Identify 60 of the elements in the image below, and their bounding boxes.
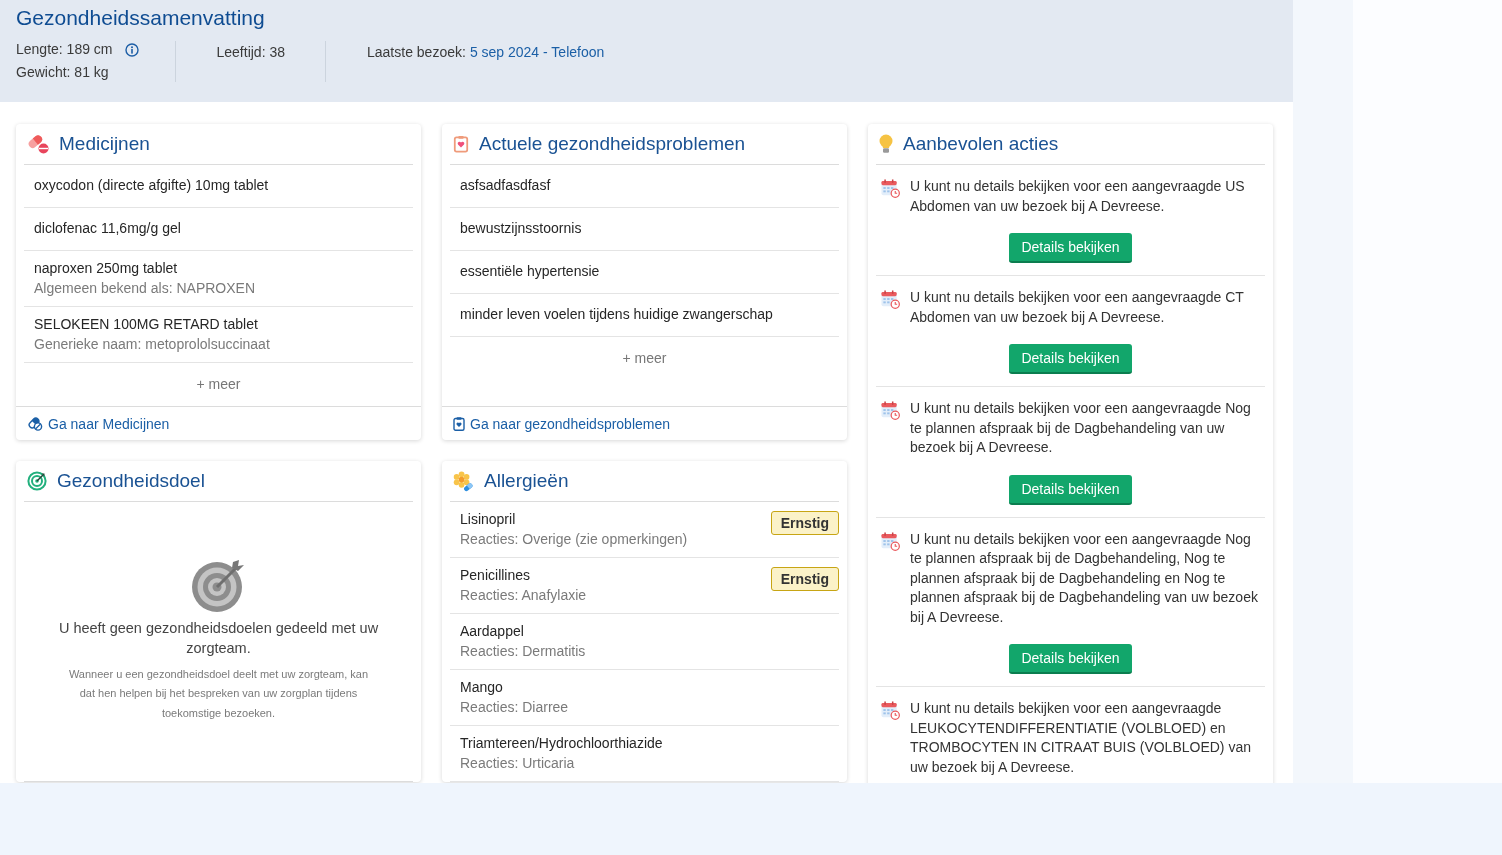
calendar-clock-icon (881, 531, 900, 551)
calendar-clock-icon (881, 701, 900, 720)
last-visit-label: Laatste bezoek: (367, 43, 466, 62)
calendar-clock-icon (881, 401, 900, 420)
more-link[interactable]: + meer (622, 348, 667, 368)
details-button[interactable]: Details bekijken (1009, 474, 1132, 505)
severity-badge: Ernstig (770, 511, 839, 535)
calendar-clock-icon (881, 179, 900, 198)
details-button[interactable]: Details bekijken (1009, 233, 1132, 263)
allergy-reactions: Reacties: Anafylaxie (460, 585, 587, 605)
allergy-name: Penicillines (460, 566, 531, 585)
medicine-name: diclofenac 11,6mg/g gel (34, 219, 181, 239)
weight-text: Gewicht: 81 kg (16, 63, 109, 82)
more-link[interactable]: + meer (196, 374, 241, 394)
card-title: Actuele gezondheidsproblemen (479, 132, 746, 156)
medicines-link[interactable]: Ga naar Medicijnen (27, 415, 170, 432)
action-text: U kunt nu details bekijken voor een aangevraagde CT Abdomen van uw bezoek bij A Devreese. (910, 288, 1245, 327)
allergy-reactions: Reacties: Diarree (460, 697, 569, 717)
age-text: Leeftijd: 38 (216, 43, 285, 62)
allergy-reactions: Reacties: Dermatitis (460, 641, 586, 661)
card-title: Aanbevolen acties (903, 132, 1059, 156)
flower-icon (453, 470, 474, 492)
medicine-name: naproxen 250mg tablet (34, 259, 178, 278)
medicine-note: Algemeen bekend als: NAPROXEN (34, 278, 255, 298)
medicine-name: SELOKEEN 100MG RETARD tablet (34, 315, 258, 334)
severity-badge: Ernstig (770, 567, 839, 591)
card-title: Allergieën (484, 469, 569, 493)
pills-icon (27, 416, 43, 431)
allergy-name: Aardappel (460, 622, 524, 641)
medicine-name: oxycodon (directe afgifte) 10mg tablet (34, 176, 269, 196)
page-title: Gezondheidssamenvatting (16, 5, 265, 31)
allergy-name: Lisinopril (460, 510, 516, 529)
calendar-clock-icon (881, 290, 900, 309)
medicine-note: Generieke naam: metoprololsuccinaat (34, 334, 270, 354)
allergy-reactions: Reacties: Overige (zie opmerkingen) (460, 529, 688, 549)
details-button[interactable]: Details bekijken (1009, 644, 1132, 674)
length-text: Lengte: 189 cm (16, 40, 113, 59)
card-title: Gezondheidsdoel (57, 469, 205, 493)
action-text: U kunt nu details bekijken voor een aangevraagde Nog te plannen afspraak bij de Dagbehandeling, Nog te plannen afspraak bij de Dagbehandeling en Nog te plannen afspraak bij de Dagbehandeling van uw bezoek bij A Devreese. (910, 529, 1259, 627)
pills-icon (27, 134, 49, 154)
allergy-reactions: Reacties: Urticaria (460, 753, 575, 773)
action-text: U kunt nu details bekijken voor een aangevraagde Nog te plannen afspraak bij de Dagbehandeling van uw bezoek bij A Devreese. (910, 399, 1252, 457)
problem-name: asfsadfasdfasf (460, 176, 551, 196)
allergy-name: Mango (460, 678, 503, 697)
target-icon (27, 471, 47, 491)
allergy-name: Triamtereen/Hydrochloorthiazide (460, 734, 663, 753)
lightbulb-icon (879, 134, 893, 154)
last-visit-link[interactable]: 5 sep 2024 - Telefoon (469, 41, 605, 64)
info-icon[interactable] (124, 42, 139, 57)
target-icon (191, 559, 246, 612)
problems-link[interactable]: Ga naar gezondheidsproblemen (453, 415, 671, 432)
problem-name: bewustzijnsstoornis (460, 219, 582, 239)
details-button[interactable]: Details bekijken (1009, 344, 1132, 374)
problem-name: essentiële hypertensie (460, 262, 600, 282)
action-text: U kunt nu details bekijken voor een aangevraagde LEUKOCYTENDIFFERENTIATIE (VOLBLOED) en TROMBOCYTEN IN CITRAAT BUIS (VOLBLOED) van uw bezoek bij A Devreese. (910, 699, 1252, 777)
empty-message: U heeft geen gezondheidsdoelen gedeeld met uw zorgteam. (58, 618, 379, 658)
action-text: U kunt nu details bekijken voor een aangevraagde US Abdomen van uw bezoek bij A Devreese. (910, 177, 1246, 216)
problem-name: minder leven voelen tijdens huidige zwangerschap (460, 305, 773, 325)
card-title: Medicijnen (59, 132, 150, 156)
empty-hint: Wanneer u een gezondheidsdoel deelt met uw zorgteam, kan dat hen helpen bij het bespreken van uw zorgplan tijdens toekomstige bezoeken. (67, 666, 370, 721)
